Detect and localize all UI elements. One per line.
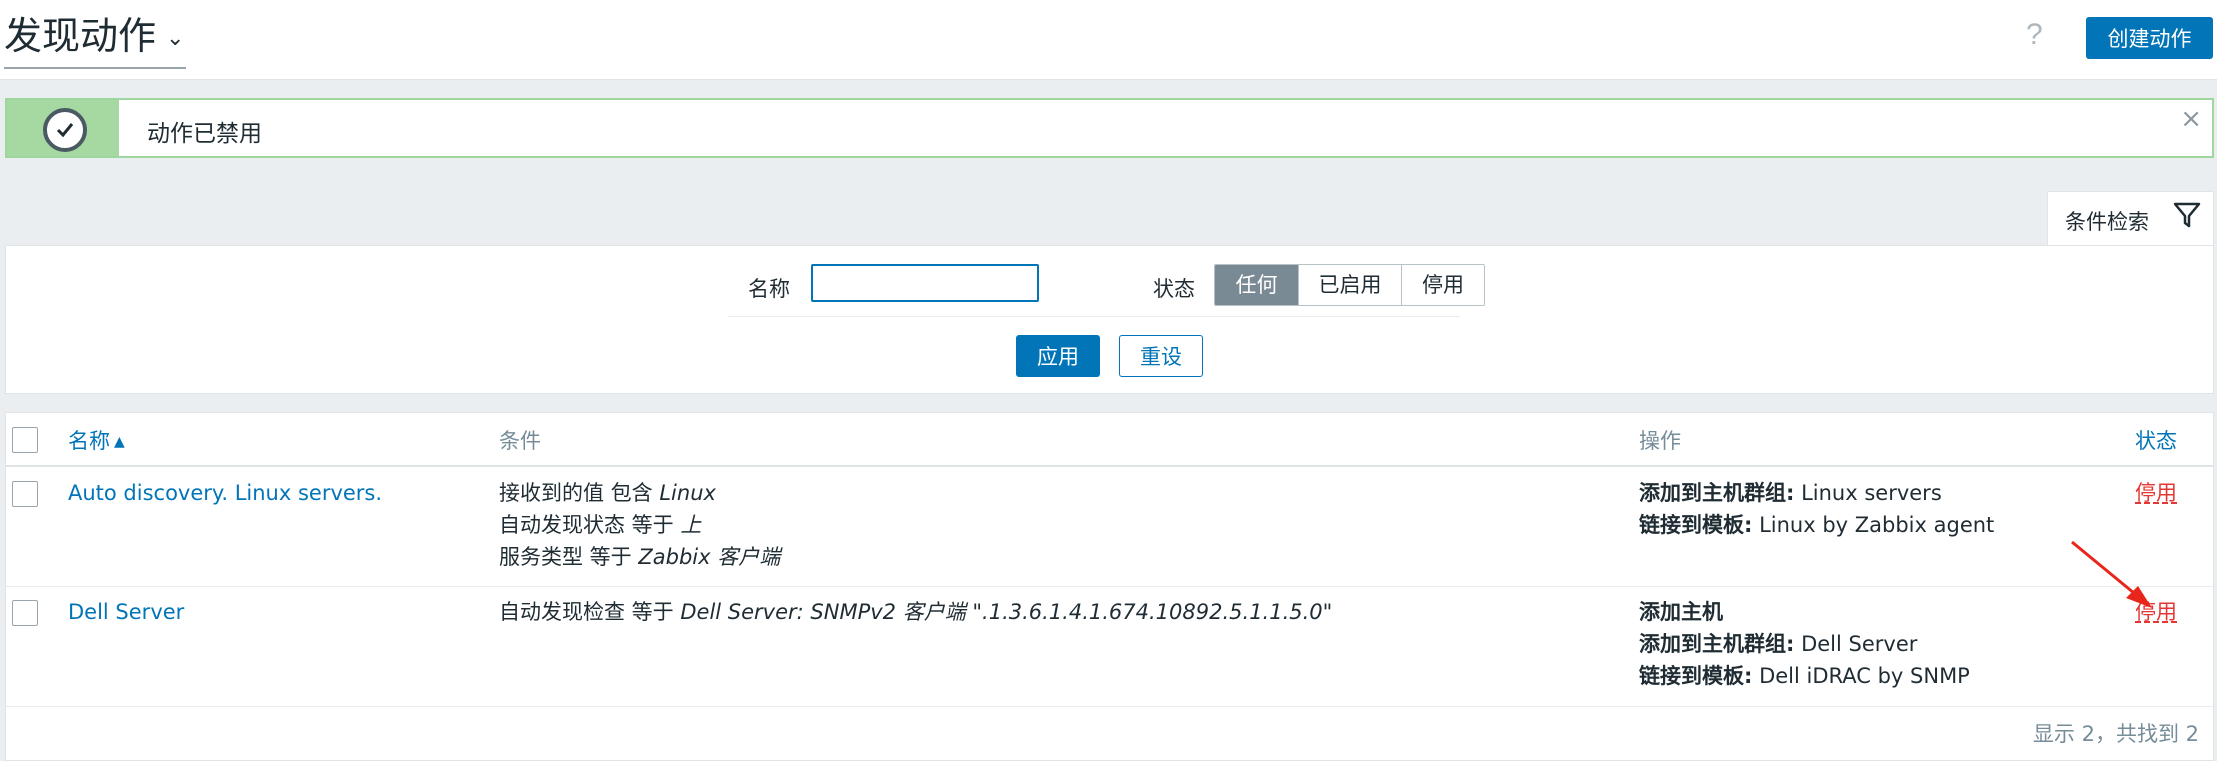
status-segmented-control: 任何 已启用 停用: [1214, 264, 1485, 306]
operation-label: 添加到主机群组:: [1639, 481, 1795, 505]
page-title-dropdown[interactable]: 发现动作 ⌄: [4, 12, 187, 69]
operation-value: Dell iDRAC by SNMP: [1752, 664, 1970, 688]
row-divider: [6, 586, 2213, 587]
column-header-name-label: 名称: [68, 429, 110, 453]
header-divider: [6, 465, 2213, 467]
operation-label: 添加主机: [1639, 600, 1723, 624]
operation-line: 添加到主机群组: Linux servers: [1639, 477, 1994, 509]
operation-label: 添加到主机群组:: [1639, 632, 1795, 656]
help-icon[interactable]: ?: [2026, 18, 2043, 52]
filter-status-label: 状态: [1153, 277, 1195, 301]
column-header-status[interactable]: 状态: [2135, 425, 2177, 455]
success-message: 动作已禁用 ×: [5, 98, 2214, 158]
condition-line: 自动发现检查 等于 Dell Server: SNMPv2 客户端 ".1.3.…: [499, 596, 1332, 628]
sort-asc-icon: ▲: [114, 434, 125, 450]
condition-value: Zabbix 客户端: [638, 545, 781, 569]
create-action-button[interactable]: 创建动作: [2086, 17, 2213, 59]
select-all-checkbox[interactable]: [12, 427, 38, 453]
condition-text: 自动发现检查 等于: [499, 600, 681, 624]
conditions-cell: 自动发现检查 等于 Dell Server: SNMPv2 客户端 ".1.3.…: [499, 596, 1332, 628]
operation-value: Linux servers: [1794, 481, 1942, 505]
operation-label: 链接到模板:: [1639, 513, 1753, 537]
table-footer-count: 显示 2，共找到 2: [2032, 722, 2199, 746]
condition-text: 接收到的值 包含: [499, 481, 660, 505]
condition-line: 服务类型 等于 Zabbix 客户端: [499, 541, 780, 573]
annotation-arrow-icon: [2071, 540, 2152, 608]
operation-value: Linux by Zabbix agent: [1752, 513, 1995, 537]
condition-value: Dell Server: SNMPv2 客户端 ".1.3.6.1.4.1.67…: [680, 600, 1333, 624]
message-text: 动作已禁用: [147, 121, 262, 147]
operation-value: Dell Server: [1794, 632, 1918, 656]
operation-line: 链接到模板: Dell iDRAC by SNMP: [1639, 660, 1970, 692]
condition-line: 自动发现状态 等于 上: [499, 509, 780, 541]
reset-button[interactable]: 重设: [1119, 335, 1203, 377]
actions-table: 名称 ▲ 条件 操作 状态 Auto discovery. Linux serve…: [5, 412, 2214, 761]
status-option-enabled[interactable]: 已启用: [1299, 265, 1402, 305]
chevron-down-icon: ⌄: [166, 26, 185, 51]
operation-line: 添加主机: [1639, 596, 1970, 628]
page-title: 发现动作: [4, 14, 157, 58]
condition-value: Linux: [659, 481, 716, 505]
operation-line: 链接到模板: Linux by Zabbix agent: [1639, 509, 1994, 541]
operation-line: 添加到主机群组: Dell Server: [1639, 628, 1970, 660]
filter-name-input[interactable]: [811, 264, 1039, 302]
condition-value: 上: [680, 513, 702, 537]
condition-line: 接收到的值 包含 Linux: [499, 477, 780, 509]
operation-label: 链接到模板:: [1639, 664, 1753, 688]
action-name-link[interactable]: Auto discovery. Linux servers.: [68, 477, 382, 509]
operations-cell: 添加到主机群组: Linux servers 链接到模板: Linux by Z…: [1639, 477, 1994, 541]
close-icon[interactable]: ×: [2180, 104, 2202, 134]
status-option-any[interactable]: 任何: [1215, 265, 1299, 305]
condition-text: 服务类型 等于: [499, 545, 639, 569]
action-name-link[interactable]: Dell Server: [68, 596, 184, 628]
row-checkbox[interactable]: [12, 600, 38, 626]
filter-tab[interactable]: 条件检索: [2047, 191, 2214, 247]
conditions-cell: 接收到的值 包含 Linux 自动发现状态 等于 上 服务类型 等于 Zabbi…: [499, 477, 780, 573]
apply-button[interactable]: 应用: [1016, 335, 1100, 377]
column-header-name[interactable]: 名称 ▲: [68, 425, 125, 455]
filter-panel: 名称 状态 任何 已启用 停用 应用 重设: [5, 245, 2214, 394]
column-header-conditions: 条件: [499, 429, 541, 453]
status-option-disabled[interactable]: 停用: [1402, 265, 1484, 305]
check-circle-icon: [43, 108, 87, 152]
condition-text: 自动发现状态 等于: [499, 513, 681, 537]
row-divider: [6, 706, 2213, 707]
page-header: 发现动作 ⌄ ? 创建动作: [0, 0, 2217, 80]
filter-divider: [728, 316, 1460, 317]
row-checkbox[interactable]: [12, 481, 38, 507]
funnel-icon: [2172, 200, 2202, 234]
message-icon-area: [7, 100, 119, 156]
filter-tab-label: 条件检索: [2065, 210, 2149, 234]
status-toggle-link[interactable]: 停用: [2135, 477, 2177, 509]
column-header-operations: 操作: [1639, 429, 1681, 453]
operations-cell: 添加主机 添加到主机群组: Dell Server 链接到模板: Dell iD…: [1639, 596, 1970, 692]
filter-name-label: 名称: [748, 277, 790, 301]
